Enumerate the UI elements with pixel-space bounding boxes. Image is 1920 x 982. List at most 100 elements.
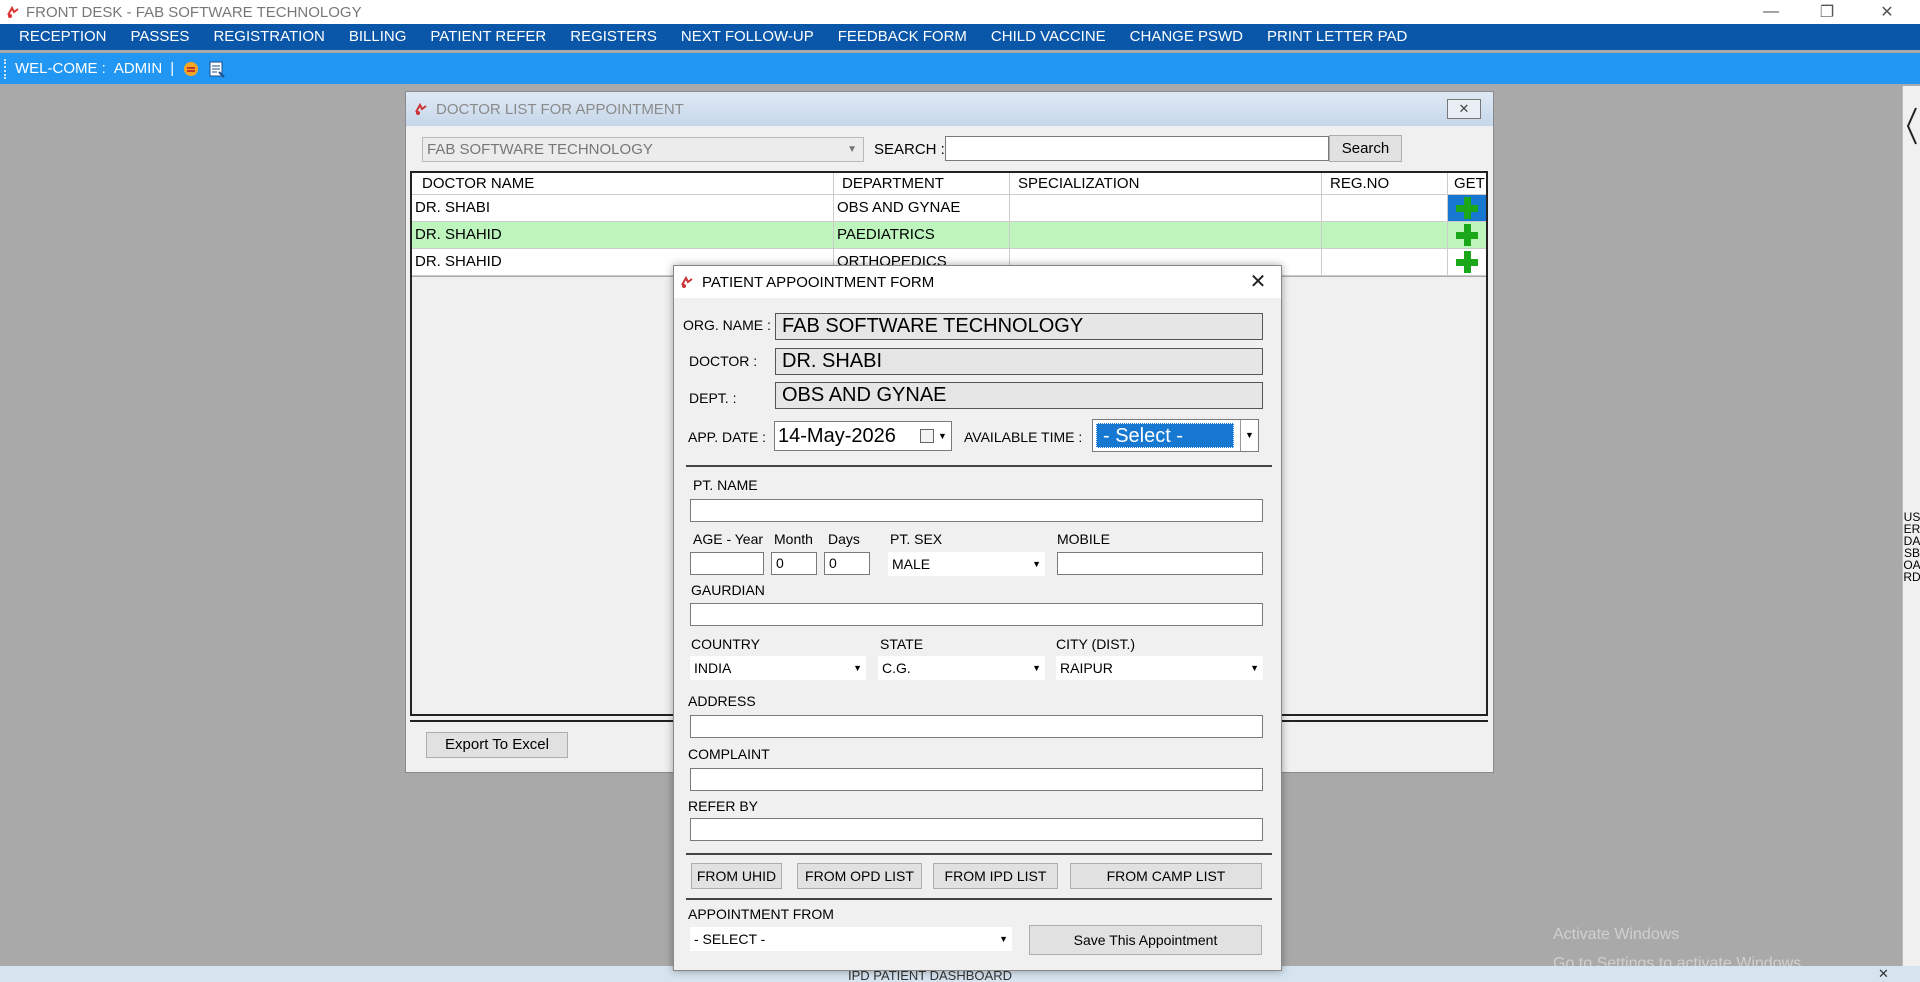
complaint-input[interactable]	[690, 768, 1263, 791]
department-cell[interactable]: OBS AND GYNAE	[834, 195, 1010, 221]
state-value: C.G.	[882, 660, 911, 676]
country-select[interactable]: INDIA ▼	[690, 656, 866, 680]
search-input[interactable]	[945, 136, 1329, 161]
minimize-button[interactable]: —	[1748, 0, 1794, 24]
menu-feedback-form[interactable]: FEEDBACK FORM	[826, 24, 979, 50]
toolbar-grip[interactable]	[4, 58, 7, 79]
days-label: Days	[828, 531, 860, 547]
month-label: Month	[774, 531, 813, 547]
city-value: RAIPUR	[1060, 660, 1113, 676]
appointment-form-close-button[interactable]: ✕	[1247, 271, 1269, 293]
export-to-excel-button[interactable]: Export To Excel	[426, 732, 568, 758]
pt-sex-value: MALE	[892, 556, 931, 572]
menu-print-letter-pad[interactable]: PRINT LETTER PAD	[1255, 24, 1419, 50]
reg-no-cell[interactable]	[1322, 249, 1448, 275]
title-bar: FRONT DESK - FAB SOFTWARE TECHNOLOGY — ❐…	[0, 0, 1920, 24]
chevron-down-icon[interactable]: ▼	[1240, 420, 1258, 451]
ipd-dashboard-close-icon[interactable]: ✕	[1878, 966, 1889, 982]
state-select[interactable]: C.G. ▼	[878, 656, 1045, 680]
doctor-label: DOCTOR :	[689, 353, 758, 369]
address-input[interactable]	[690, 715, 1263, 738]
user-dashboard-strip[interactable]: USER DASBOARD	[1902, 86, 1920, 966]
reg-no-cell[interactable]	[1322, 195, 1448, 221]
col-get[interactable]: GET	[1448, 173, 1486, 194]
welcome-bar: WEL-COME : ADMIN |	[0, 53, 1920, 84]
menu-billing[interactable]: BILLING	[337, 24, 419, 50]
state-label: STATE	[880, 636, 924, 652]
col-reg-no[interactable]: REG.NO	[1322, 173, 1448, 194]
department-cell[interactable]: PAEDIATRICS	[834, 222, 1010, 248]
guardian-input[interactable]	[690, 603, 1263, 626]
specialization-cell[interactable]	[1010, 222, 1322, 248]
col-specialization[interactable]: SPECIALIZATION	[1010, 173, 1322, 194]
search-label: SEARCH :	[874, 141, 945, 158]
appointment-form-icon	[681, 275, 693, 288]
doctor-field: DR. SHABI	[775, 348, 1263, 375]
org-name-field: FAB SOFTWARE TECHNOLOGY	[775, 313, 1263, 340]
appointment-from-select[interactable]: - SELECT - ▼	[690, 927, 1012, 951]
complaint-label: COMPLAINT	[688, 746, 770, 762]
divider	[686, 465, 1272, 467]
window-close-button[interactable]: ✕	[1864, 0, 1910, 24]
guardian-label: GAURDIAN	[691, 582, 765, 598]
calendar-icon[interactable]	[920, 429, 934, 443]
refer-by-label: REFER BY	[688, 798, 759, 814]
doctor-name-cell[interactable]: DR. SHAHID	[412, 222, 834, 248]
app-icon	[6, 5, 20, 19]
pt-sex-select[interactable]: MALE ▼	[888, 552, 1045, 576]
collapse-arrow-icon[interactable]	[1906, 106, 1918, 146]
appointment-from-label: APPOINTMENT FROM	[688, 906, 834, 922]
reg-no-cell[interactable]	[1322, 222, 1448, 248]
menu-registration[interactable]: REGISTRATION	[201, 24, 336, 50]
from-uhid-button[interactable]: FROM UHID	[691, 863, 782, 889]
menu-patient-refer[interactable]: PATIENT REFER	[418, 24, 558, 50]
doctor-list-close-button[interactable]: ✕	[1447, 99, 1481, 119]
city-select[interactable]: RAIPUR ▼	[1056, 656, 1263, 680]
doctor-list-titlebar: DOCTOR LIST FOR APPOINTMENT	[406, 92, 1493, 126]
save-appointment-button[interactable]: Save This Appointment	[1029, 925, 1262, 955]
from-camp-list-button[interactable]: FROM CAMP LIST	[1070, 863, 1262, 889]
menu-reception[interactable]: RECEPTION	[7, 24, 119, 50]
table-row[interactable]: DR. SHAHID PAEDIATRICS	[412, 222, 1486, 249]
org-select[interactable]: FAB SOFTWARE TECHNOLOGY ▼	[422, 137, 864, 162]
month-input[interactable]: 0	[771, 552, 817, 575]
menu-registers[interactable]: REGISTERS	[558, 24, 669, 50]
col-doctor-name[interactable]: DOCTOR NAME	[412, 173, 834, 194]
pt-name-input[interactable]	[690, 499, 1263, 522]
available-time-value: - Select -	[1096, 423, 1234, 448]
plus-icon	[1456, 251, 1478, 273]
country-label: COUNTRY	[691, 636, 760, 652]
age-year-input[interactable]	[690, 552, 764, 575]
refresh-icon[interactable]	[182, 60, 200, 78]
chevron-down-icon[interactable]: ▼	[938, 422, 947, 450]
menu-next-follow-up[interactable]: NEXT FOLLOW-UP	[669, 24, 826, 50]
specialization-cell[interactable]	[1010, 195, 1322, 221]
menu-change-pswd[interactable]: CHANGE PSWD	[1118, 24, 1255, 50]
search-button[interactable]: Search	[1329, 135, 1402, 162]
divider	[686, 898, 1272, 900]
app-date-picker[interactable]: 14-May-2026 ▼	[774, 421, 952, 451]
menu-child-vaccine[interactable]: CHILD VACCINE	[979, 24, 1118, 50]
chevron-down-icon: ▼	[1250, 663, 1259, 673]
menu-bar: RECEPTION PASSES REGISTRATION BILLING PA…	[0, 24, 1920, 50]
refer-by-input[interactable]	[690, 818, 1263, 841]
col-department[interactable]: DEPARTMENT	[834, 173, 1010, 194]
from-opd-list-button[interactable]: FROM OPD LIST	[797, 863, 922, 889]
appointment-form-titlebar: PATIENT APPOOINTMENT FORM	[674, 266, 1281, 298]
age-year-label: AGE - Year	[693, 531, 764, 547]
doctor-list-window-icon	[415, 102, 427, 115]
restore-button[interactable]: ❐	[1804, 0, 1850, 24]
address-label: ADDRESS	[688, 693, 756, 709]
days-input[interactable]: 0	[824, 552, 870, 575]
chevron-down-icon: ▼	[999, 934, 1008, 944]
table-row[interactable]: DR. SHABI OBS AND GYNAE	[412, 195, 1486, 222]
get-doctor-button[interactable]	[1448, 222, 1486, 248]
report-icon[interactable]	[208, 60, 226, 78]
doctor-name-cell[interactable]: DR. SHABI	[412, 195, 834, 221]
get-doctor-button[interactable]	[1448, 195, 1486, 221]
available-time-select[interactable]: - Select - ▼	[1092, 419, 1259, 452]
mobile-input[interactable]	[1057, 552, 1263, 575]
from-ipd-list-button[interactable]: FROM IPD LIST	[933, 863, 1058, 889]
get-doctor-button[interactable]	[1448, 249, 1486, 275]
menu-passes[interactable]: PASSES	[119, 24, 202, 50]
